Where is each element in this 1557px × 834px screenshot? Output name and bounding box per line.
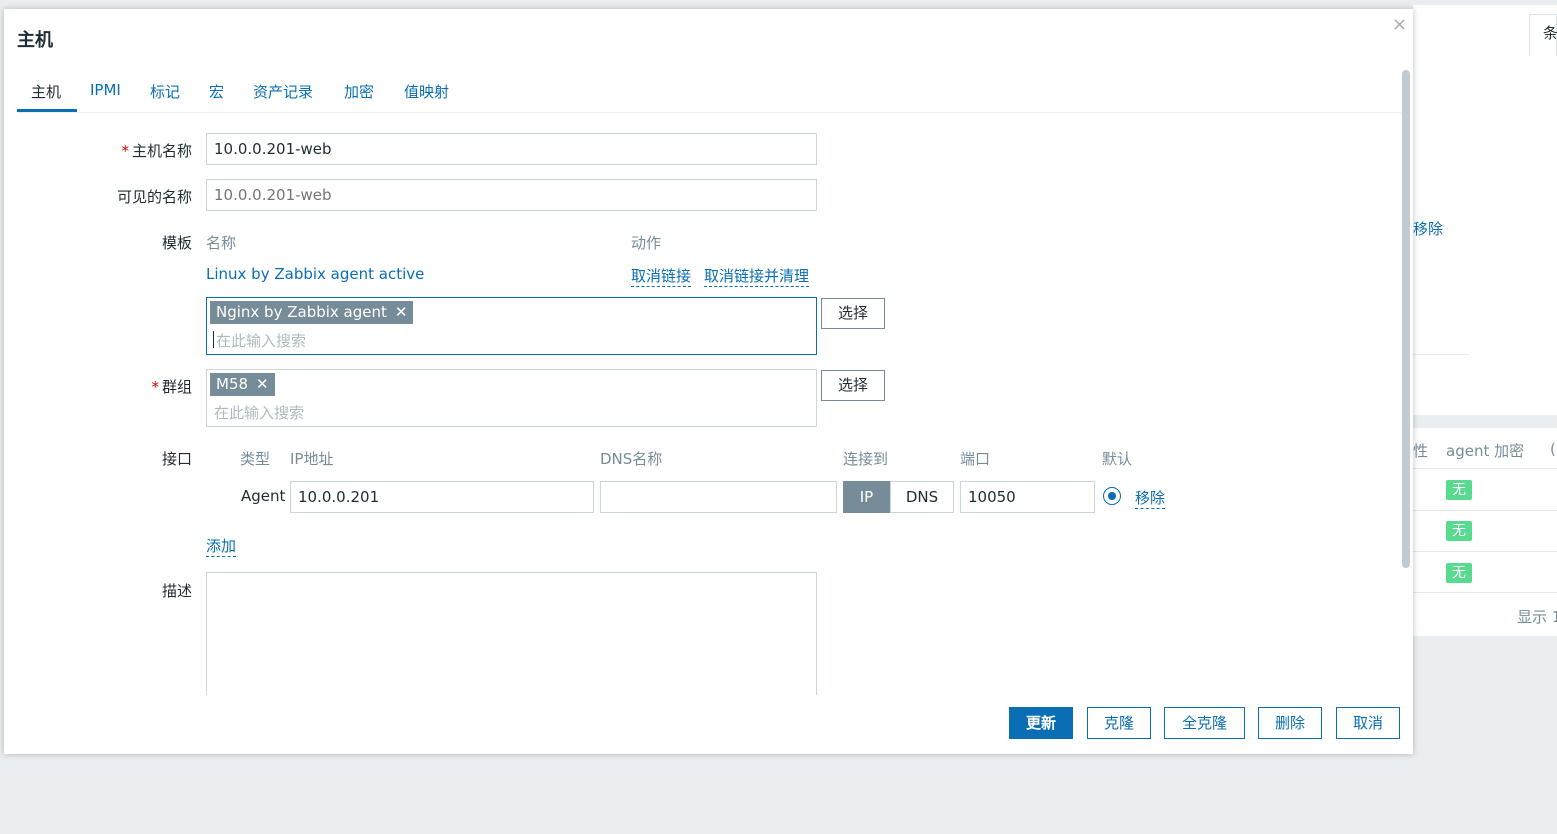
host-name-label: * 主机名称 xyxy=(7,140,192,161)
iface-col-connect: 连接到 xyxy=(843,450,889,468)
tab-ipmi[interactable]: IPMI xyxy=(90,81,121,99)
group-chip: M58 ✕ xyxy=(210,373,275,396)
text-caret xyxy=(213,331,214,348)
iface-dns-input[interactable] xyxy=(600,481,837,513)
active-tab-indicator xyxy=(17,109,77,112)
delete-button[interactable]: 删除 xyxy=(1258,707,1322,739)
chip-remove-icon[interactable]: ✕ xyxy=(256,375,269,393)
background-badge: 无 xyxy=(1446,480,1472,500)
linked-template-name[interactable]: Linux by Zabbix agent active xyxy=(206,265,424,283)
full-clone-button[interactable]: 全克隆 xyxy=(1164,707,1245,739)
host-dialog: 主机 × 主机 IPMI 标记 宏 资产记录 加密 值映射 *主机名称 可见的名… xyxy=(4,9,1413,754)
background-row-line xyxy=(1413,468,1557,469)
background-tab-label: 条 xyxy=(1543,24,1557,42)
templates-col-name: 名称 xyxy=(206,234,237,252)
visible-name-label: 可见的名称 xyxy=(116,188,192,206)
background-badge: 无 xyxy=(1446,563,1472,583)
iface-port-input[interactable] xyxy=(960,481,1095,513)
background-col-partial: 性 xyxy=(1413,442,1429,460)
groups-multiselect[interactable]: M58 ✕ 在此输入搜索 xyxy=(206,369,817,427)
required-marker: * xyxy=(121,142,129,160)
close-icon[interactable]: × xyxy=(1392,14,1407,35)
templates-search-input[interactable]: 在此输入搜索 xyxy=(216,330,306,351)
background-remove-link[interactable]: 移除 xyxy=(1413,218,1443,239)
unlink-link[interactable]: 取消链接 xyxy=(631,265,692,287)
tab-encryption[interactable]: 加密 xyxy=(344,81,374,102)
interfaces-label: 接口 xyxy=(161,450,192,468)
form-scroll-area: *主机名称 可见的名称 模板 名称 动作 Linux by Zabbix age… xyxy=(4,113,1400,695)
required-marker: * xyxy=(151,378,159,396)
background-badge: 无 xyxy=(1446,521,1472,541)
groups-label-text: 群组 xyxy=(161,378,192,396)
iface-col-type: 类型 xyxy=(240,450,271,468)
dialog-tabs: 主机 IPMI 标记 宏 资产记录 加密 值映射 xyxy=(17,79,1401,113)
background-row-line xyxy=(1413,592,1557,593)
templates-multiselect[interactable]: Nginx by Zabbix agent ✕ 在此输入搜索 xyxy=(206,297,817,355)
tab-macros[interactable]: 宏 xyxy=(209,81,224,102)
iface-col-port: 端口 xyxy=(960,450,991,468)
templates-select-button[interactable]: 选择 xyxy=(821,298,885,329)
groups-search-input[interactable]: 在此输入搜索 xyxy=(214,402,304,423)
group-chip-label: M58 xyxy=(216,375,249,393)
description-label: 描述 xyxy=(161,582,192,600)
background-divider xyxy=(1413,354,1469,355)
default-interface-radio[interactable] xyxy=(1103,487,1121,505)
background-display-count: 显示 1 xyxy=(1517,608,1557,626)
host-name-label-text: 主机名称 xyxy=(131,142,192,160)
connect-dns-toggle[interactable]: DNS xyxy=(890,481,954,513)
iface-remove-link[interactable]: 移除 xyxy=(1135,487,1166,509)
background-row-line xyxy=(1413,510,1557,511)
background-col-agent-encryption: agent 加密 xyxy=(1446,442,1525,460)
templates-col-action: 动作 xyxy=(631,234,662,252)
template-chip-label: Nginx by Zabbix agent xyxy=(216,303,387,321)
add-interface-link[interactable]: 添加 xyxy=(206,535,237,557)
iface-col-ip: IP地址 xyxy=(290,450,334,468)
dialog-title: 主机 xyxy=(17,30,53,51)
background-row-line xyxy=(1413,551,1557,552)
iface-type: Agent xyxy=(241,487,286,505)
background-col-partial2: ( xyxy=(1550,440,1556,458)
connect-ip-toggle[interactable]: IP xyxy=(843,481,890,513)
templates-label: 模板 xyxy=(161,234,192,252)
description-textarea[interactable] xyxy=(206,572,817,695)
clone-button[interactable]: 克隆 xyxy=(1087,707,1151,739)
host-name-input[interactable] xyxy=(206,133,817,165)
groups-label: * 群组 xyxy=(7,376,192,397)
dialog-footer: 更新 克隆 全克隆 删除 取消 xyxy=(4,695,1413,754)
tab-host[interactable]: 主机 xyxy=(31,81,61,102)
chip-remove-icon[interactable]: ✕ xyxy=(395,303,408,321)
iface-ip-input[interactable] xyxy=(290,481,594,513)
dialog-scrollbar[interactable] xyxy=(1402,70,1410,568)
update-button[interactable]: 更新 xyxy=(1009,707,1073,739)
tab-inventory[interactable]: 资产记录 xyxy=(253,81,313,102)
tab-value-mapping[interactable]: 值映射 xyxy=(404,81,449,102)
groups-select-button[interactable]: 选择 xyxy=(821,370,885,401)
iface-col-dns: DNS名称 xyxy=(600,450,663,468)
tab-tags[interactable]: 标记 xyxy=(150,81,180,102)
iface-col-default: 默认 xyxy=(1102,450,1133,468)
unlink-and-clear-link[interactable]: 取消链接并清理 xyxy=(704,265,810,287)
template-chip: Nginx by Zabbix agent ✕ xyxy=(210,301,414,324)
visible-name-input[interactable] xyxy=(206,179,817,211)
cancel-button[interactable]: 取消 xyxy=(1336,707,1400,739)
